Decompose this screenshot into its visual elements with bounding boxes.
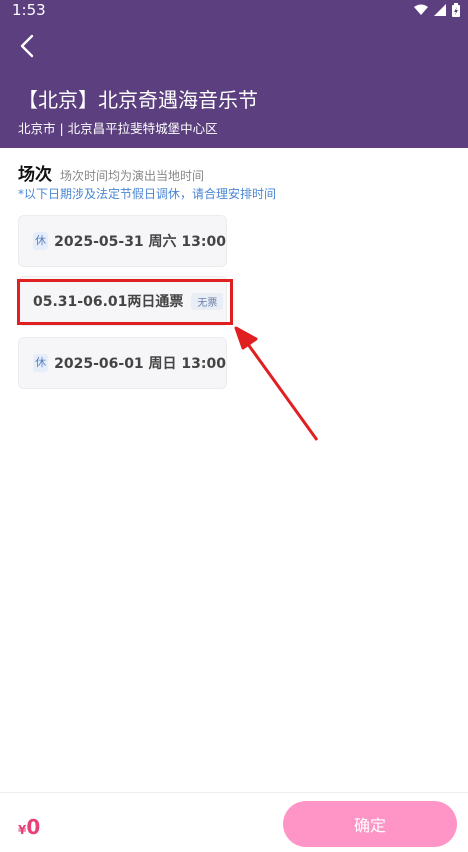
session-title: 场次 xyxy=(18,165,52,185)
session-header: 场次 场次时间均为演出当地时间 xyxy=(18,160,204,185)
back-arrow-icon[interactable] xyxy=(14,32,42,60)
battery-icon xyxy=(452,3,460,17)
bottom-bar: ¥0 确定 xyxy=(0,792,468,852)
status-bar: 1:53 xyxy=(0,0,468,22)
session-option-label: 2025-05-31 周六 13:00 xyxy=(54,234,226,250)
event-title: 【北京】北京奇遇海音乐节 xyxy=(18,88,258,112)
signal-icon xyxy=(434,4,446,16)
confirm-button[interactable]: 确定 xyxy=(283,801,457,847)
price-value: 0 xyxy=(26,815,41,839)
session-option-two-day-pass[interactable]: 05.31-06.01两日通票 无票 xyxy=(18,276,227,326)
session-option-0531[interactable]: 休 2025-05-31 周六 13:00 xyxy=(18,215,227,267)
event-venue: 北京市 | 北京昌平拉斐特城堡中心区 xyxy=(18,121,218,136)
session-time-note: 场次时间均为演出当地时间 xyxy=(60,169,205,183)
status-time: 1:53 xyxy=(12,1,46,19)
session-option-label: 05.31-06.01两日通票 xyxy=(33,294,184,310)
header: 1:53 【北京】北京奇遇海音乐节 北京市 | 北京昌平拉斐特城堡中心区 xyxy=(0,0,468,148)
sold-out-badge: 无票 xyxy=(191,292,224,310)
rest-day-badge: 休 xyxy=(33,232,49,250)
status-icons xyxy=(414,3,460,17)
holiday-note: *以下日期涉及法定节假日调休，请合理安排时间 xyxy=(18,187,277,201)
wifi-icon xyxy=(414,4,428,15)
session-panel: 场次 场次时间均为演出当地时间 *以下日期涉及法定节假日调休，请合理安排时间 休… xyxy=(0,148,468,792)
session-option-label: 2025-06-01 周日 13:00 xyxy=(54,356,226,372)
session-option-0601[interactable]: 休 2025-06-01 周日 13:00 xyxy=(18,337,227,389)
rest-day-badge: 休 xyxy=(33,354,49,372)
total-price: ¥0 xyxy=(18,815,40,839)
